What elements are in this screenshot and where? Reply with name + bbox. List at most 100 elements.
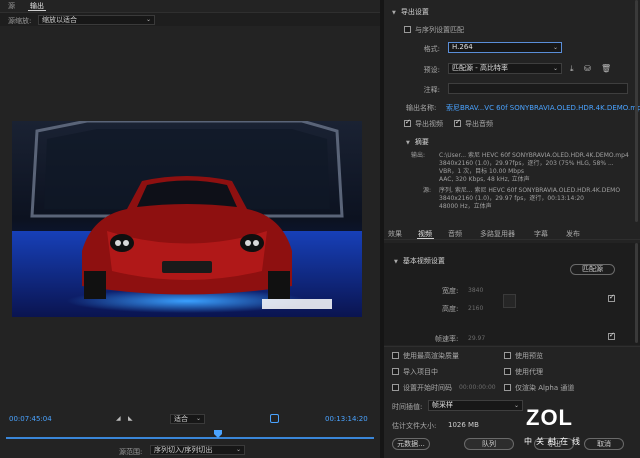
start-timecode-value[interactable]: 00:00:00:00 [459, 384, 496, 391]
zoom-fit-select[interactable]: 适合 ⌄ [170, 414, 205, 424]
source-range-row: 源范围: 序列切入/序列切出 ⌄ [0, 444, 380, 458]
import-into-project-checkbox[interactable] [392, 368, 399, 375]
summary-header[interactable]: ▼ 摘要 [406, 137, 429, 147]
chevron-down-icon: ⌄ [195, 415, 201, 422]
car-preview-image [12, 121, 362, 317]
format-value: H.264 [452, 43, 473, 51]
save-preset-icon[interactable]: ⤓ [570, 64, 574, 74]
export-video-checkbox[interactable] [404, 118, 411, 127]
source-range-label: 源范围: [119, 448, 143, 456]
tab-captions[interactable]: 字幕 [534, 229, 548, 239]
file-size-value: 1026 MB [448, 421, 479, 429]
height-label: 高度: [442, 305, 459, 313]
use-previews-label: 使用预览 [515, 352, 543, 360]
delete-preset-icon[interactable]: 🗑 [601, 64, 611, 73]
comments-input[interactable] [448, 83, 628, 94]
output-name-link[interactable]: 索尼BRAV...VC 60f SONYBRAVIA.OLED.HDR.4K.D… [446, 103, 640, 113]
collapse-icon: ▼ [406, 140, 410, 146]
summary-output-line: AAC, 320 Kbps, 48 kHz, 立体声 [439, 176, 530, 183]
max-render-quality-checkbox[interactable] [392, 352, 399, 359]
basic-video-header[interactable]: ▼ 基本视频设置 [394, 256, 445, 266]
match-sequence-checkbox[interactable] [404, 26, 411, 33]
set-start-timecode-label: 设置开始时间码 [403, 384, 452, 392]
tab-publish[interactable]: 发布 [566, 229, 580, 239]
source-output-panel: 源 输出 源缩放: 缩放以适合 ⌄ 00:07:45:04 ◢ ◣ 适合 ⌄ 0… [0, 0, 380, 458]
width-label: 宽度: [442, 287, 459, 295]
active-tab-indicator [28, 10, 46, 11]
queue-button[interactable]: 队列 [464, 438, 514, 450]
video-preview [12, 121, 362, 317]
export-settings-header[interactable]: ▼ 导出设置 [392, 7, 429, 17]
export-audio-checkbox[interactable] [454, 118, 461, 127]
max-render-quality-label: 使用最高渲染质量 [403, 352, 459, 360]
aspect-toggle-icon[interactable] [270, 414, 279, 423]
watermark-logo-text: ZOL [526, 405, 573, 430]
zol-watermark-logo: ZOL 中关村在线 [520, 405, 640, 458]
mark-in-icon[interactable]: ◢ [116, 415, 121, 422]
import-preset-icon[interactable]: ⛁ [584, 64, 591, 73]
chevron-down-icon: ⌄ [235, 446, 241, 453]
time-interpolation-select[interactable]: 帧采样 ⌄ [428, 400, 523, 411]
chevron-down-icon: ⌄ [552, 44, 558, 51]
render-alpha-only-label: 仅渲染 Alpha 通道 [515, 384, 575, 392]
width-value[interactable]: 3840 [468, 287, 483, 294]
tab-source[interactable]: 源 [8, 1, 15, 11]
export-video-label: 导出视频 [415, 120, 443, 128]
constrain-proportions-icon[interactable] [503, 294, 516, 308]
collapse-icon: ▼ [392, 10, 396, 16]
tab-multiplexer[interactable]: 多路复用器 [480, 229, 515, 239]
preset-select[interactable]: 匹配源 - 高比特率 ⌄ [448, 63, 562, 74]
use-previews-checkbox[interactable] [504, 352, 511, 359]
set-start-timecode-checkbox[interactable] [392, 384, 399, 391]
format-select[interactable]: H.264 ⌄ [448, 42, 562, 53]
source-scaling-label: 源缩放: [8, 17, 32, 25]
output-name-label: 输出名称: [406, 104, 437, 112]
export-settings-panel: ▼ 导出设置 与序列设置匹配 格式: H.264 ⌄ 预设: 匹配源 - 高比特率… [384, 0, 640, 458]
frame-rate-value[interactable]: 29.97 [468, 335, 485, 342]
panel-tabs: 源 输出 [0, 0, 380, 12]
match-sequence-label: 与序列设置匹配 [415, 26, 464, 34]
frame-rate-match-checkbox[interactable] [608, 331, 615, 340]
summary-output-label: 输出: [411, 152, 426, 159]
comments-label: 注释: [423, 86, 440, 94]
summary-source-line: 48000 Hz，立体声 [439, 203, 492, 210]
mark-out-icon[interactable]: ◣ [128, 415, 133, 422]
source-scaling-select[interactable]: 缩放以适合 ⌄ [38, 15, 155, 25]
use-proxies-label: 使用代理 [515, 368, 543, 376]
scrubber-track[interactable] [6, 437, 374, 439]
width-height-match-checkbox[interactable] [608, 293, 615, 302]
file-size-label: 估计文件大小: [392, 422, 437, 430]
summary-source-label: 源: [423, 187, 432, 194]
source-scaling-value: 缩放以适合 [42, 16, 77, 24]
video-settings-scrollbar[interactable] [635, 243, 638, 343]
chevron-down-icon: ⌄ [145, 16, 151, 23]
preset-label: 预设: [423, 66, 440, 74]
tab-audio[interactable]: 音频 [448, 229, 462, 239]
playhead-icon[interactable] [214, 430, 222, 438]
height-value[interactable]: 2160 [468, 305, 483, 312]
chevron-down-icon: ⌄ [552, 65, 558, 72]
match-source-button[interactable]: 匹配源 [570, 264, 615, 275]
basic-video-settings: ▼基本视频设置 匹配源 宽度: 3840 高度: 2160 帧速率: 29.97 [384, 243, 640, 345]
render-alpha-only-checkbox[interactable] [504, 384, 511, 391]
use-proxies-checkbox[interactable] [504, 368, 511, 375]
settings-tab-bar: 效果 视频 音频 多路复用器 字幕 发布 [384, 226, 640, 240]
settings-scrollbar[interactable] [635, 0, 638, 222]
watermark-subtitle: 中关村在线 [524, 437, 584, 446]
chevron-down-icon: ⌄ [513, 402, 519, 409]
timeline-scrubber[interactable] [0, 430, 380, 440]
time-interpolation-value: 帧采样 [432, 401, 453, 409]
zoom-fit-value: 适合 [174, 415, 188, 423]
import-into-project-label: 导入项目中 [403, 368, 438, 376]
collapse-icon: ▼ [394, 259, 398, 265]
active-tab-indicator [417, 238, 434, 239]
source-scaling-row: 源缩放: 缩放以适合 ⌄ [0, 12, 380, 26]
frame-rate-label: 帧速率: [435, 335, 459, 343]
export-audio-label: 导出音频 [465, 120, 493, 128]
timecode-in[interactable]: 00:07:45:04 [9, 415, 52, 423]
metadata-button[interactable]: 元数据... [392, 438, 430, 450]
timecode-out[interactable]: 00:13:14:20 [325, 415, 368, 423]
format-label: 格式: [423, 45, 440, 53]
source-range-select[interactable]: 序列切入/序列切出 ⌄ [150, 445, 245, 455]
tab-effects[interactable]: 效果 [388, 229, 402, 239]
